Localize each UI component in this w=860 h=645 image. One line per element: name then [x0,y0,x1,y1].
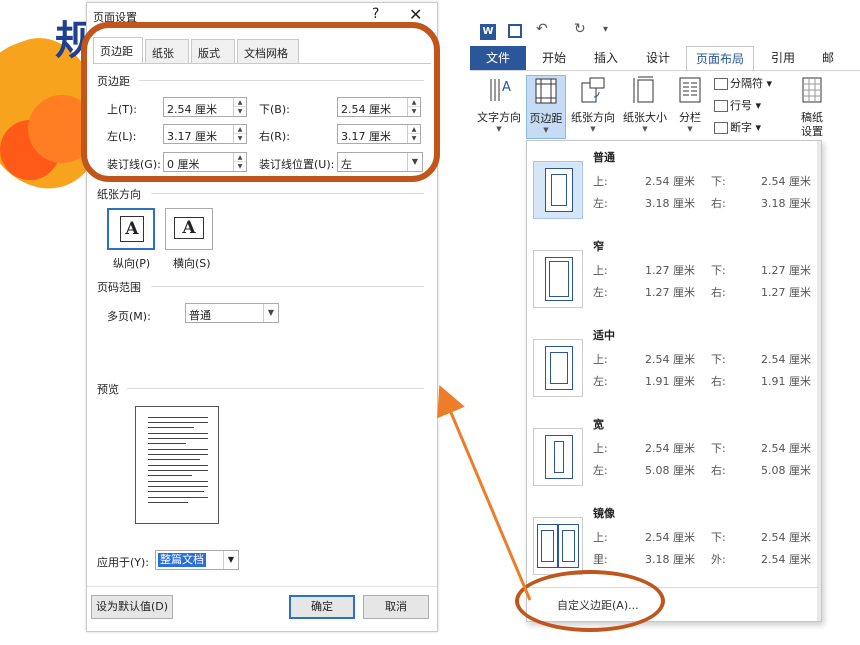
slide-canvas: 规 页面设置 ? ✕ 页边距 纸张 版式 文档网格 页边距 上(T): 2.54… [0,0,860,645]
annotation-arrow-icon [437,384,532,601]
